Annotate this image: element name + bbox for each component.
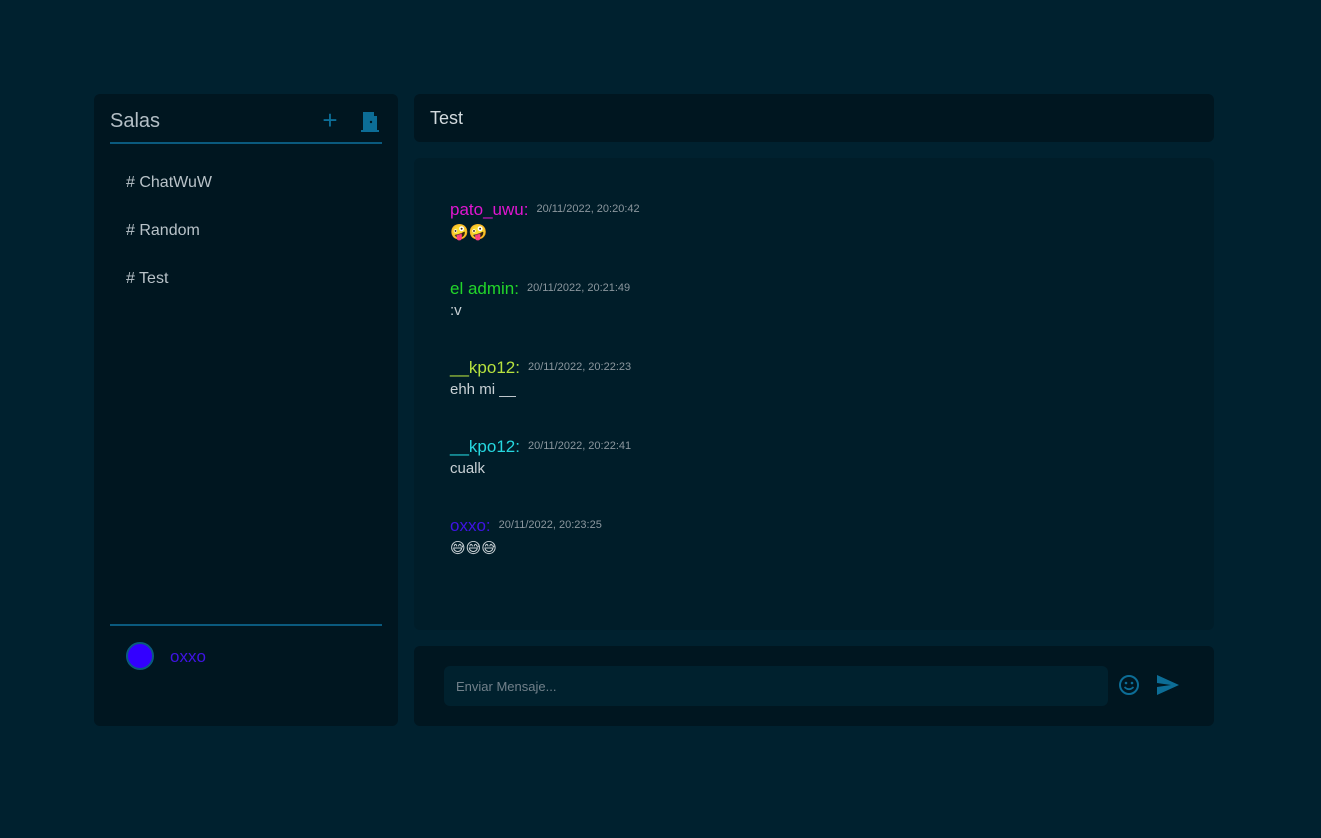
room-item-random[interactable]: # Random	[126, 222, 212, 270]
message-timestamp: 20/11/2022, 20:20:42	[536, 203, 640, 215]
plus-icon[interactable]: +	[320, 107, 340, 133]
message-input[interactable]	[444, 666, 1108, 706]
message-text: ehh mi __	[450, 381, 516, 398]
message-item: oxxo: 20/11/2022, 20:23:25 😅😅😅	[450, 516, 602, 557]
message-composer	[414, 646, 1214, 726]
send-icon[interactable]	[1156, 674, 1180, 696]
avatar	[126, 642, 154, 670]
room-item-chatwuw[interactable]: # ChatWuW	[126, 174, 212, 222]
message-author: pato_uwu:	[450, 200, 529, 219]
message-author: oxxo:	[450, 516, 491, 535]
sidebar-title: Salas	[110, 110, 161, 132]
current-username: oxxo	[170, 647, 206, 666]
room-list: # ChatWuW # Random # Test	[126, 174, 212, 318]
message-item: el admin: 20/11/2022, 20:21:49 :v	[450, 279, 630, 319]
message-timestamp: 20/11/2022, 20:22:41	[527, 440, 632, 452]
message-item: pato_uwu: 20/11/2022, 20:20:42 🤪🤪	[450, 200, 640, 241]
user-panel: oxxo	[110, 624, 382, 686]
message-timestamp: 20/11/2022, 20:23:25	[498, 519, 602, 531]
message-text: 🤪🤪	[450, 224, 488, 241]
message-timestamp: 20/11/2022, 20:22:23	[527, 361, 632, 373]
room-title: Test	[430, 108, 464, 128]
message-text: cualk	[450, 460, 486, 477]
chat-header: Test	[414, 94, 1214, 142]
smiley-icon[interactable]	[1118, 674, 1140, 696]
room-item-test[interactable]: # Test	[126, 270, 212, 318]
message-author: el admin:	[450, 279, 519, 298]
message-author: __kpo12:	[450, 358, 520, 377]
rooms-sidebar: Salas + # ChatWuW # Random # Test oxxo	[94, 94, 398, 726]
message-timestamp: 20/11/2022, 20:21:49	[526, 282, 631, 294]
message-item: __kpo12: 20/11/2022, 20:22:41 cualk	[450, 437, 631, 477]
sidebar-header: Salas +	[110, 107, 382, 144]
message-text: 😅😅😅	[450, 540, 497, 557]
message-author: __kpo12:	[450, 437, 520, 456]
door-exit-icon[interactable]	[360, 111, 380, 133]
message-text: :v	[450, 302, 462, 319]
message-item: __kpo12: 20/11/2022, 20:22:23 ehh mi __	[450, 358, 631, 398]
message-list: pato_uwu: 20/11/2022, 20:20:42 🤪🤪 el admi…	[414, 158, 1214, 630]
